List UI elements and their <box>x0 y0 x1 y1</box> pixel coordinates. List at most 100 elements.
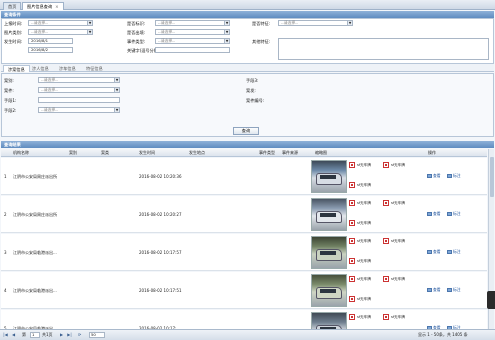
view-button[interactable]: 查看 <box>427 249 441 255</box>
view-button[interactable]: 查看 <box>427 211 441 217</box>
plate-icon <box>383 314 389 320</box>
prev-page-icon[interactable]: ◀ <box>11 332 16 338</box>
plate-icon <box>349 200 355 206</box>
mark-icon <box>447 173 452 178</box>
vehicle-thumbnail[interactable] <box>311 198 347 231</box>
query-section-header: 查询条件 <box>1 11 494 18</box>
tab-vehicle-info[interactable]: 涉车信息 <box>55 65 80 72</box>
case-number-label: 案件编号: <box>246 98 265 103</box>
other-feature-textarea[interactable] <box>278 38 489 60</box>
view-button[interactable]: 查看 <box>427 173 441 179</box>
row-number: 2 <box>4 212 7 217</box>
chevron-down-icon: ▼ <box>87 30 92 34</box>
last-page-icon[interactable]: ▶| <box>67 332 72 338</box>
results-section-header: 查询结果 <box>1 141 494 148</box>
report-time-select[interactable]: --请选择-- ▼ <box>28 20 93 26</box>
scrollbar-thumb[interactable] <box>490 157 494 197</box>
table-row[interactable]: 3 江阴市公安局临港派出... 2016-08-02 10:17:57 sf无车… <box>1 234 487 271</box>
occur-time-label: 发生时间: <box>4 39 23 44</box>
plate-label[interactable]: sf无车牌 <box>357 183 371 188</box>
table-row[interactable]: 1 江阴市公安局周庄派出所 2016-08-02 10:20:36 sf无车牌 … <box>1 158 487 195</box>
table-row[interactable]: 2 江阴市公安局周庄派出所 2016-08-02 10:20:27 sf无车牌 … <box>1 196 487 233</box>
plate-icon <box>349 314 355 320</box>
plate-icon <box>349 220 355 226</box>
tab-feature-info[interactable]: 特征信息 <box>82 65 107 72</box>
plate-label[interactable]: sf无车牌 <box>391 239 405 244</box>
keywords-input[interactable] <box>155 47 230 53</box>
case-class-select[interactable]: --请选择-- ▼ <box>38 87 120 93</box>
is-feature-label: 是否特征: <box>252 21 271 26</box>
out-of-border-select[interactable]: --请选择-- ▼ <box>155 29 230 35</box>
plate-label[interactable]: sf无车牌 <box>357 201 371 206</box>
col-event-type: 事件类型 <box>259 150 275 155</box>
image-category-select[interactable]: --请选择-- ▼ <box>28 29 93 35</box>
tab-image-query[interactable]: 图片信息查询 × <box>22 2 64 10</box>
occur-time-start-input[interactable]: 2016/8/1 <box>28 38 73 44</box>
is-feature-select[interactable]: --请选择-- ▼ <box>278 20 353 26</box>
view-button[interactable]: 查看 <box>427 287 441 293</box>
method1-label: 手段1: <box>4 98 17 103</box>
method1-input[interactable] <box>38 97 120 103</box>
case-type-select[interactable]: --请选择-- ▼ <box>38 77 120 83</box>
mark-icon <box>447 287 452 292</box>
event-type-select[interactable]: --请选择-- ▼ <box>155 38 230 44</box>
case-class-label: 案件: <box>4 88 14 93</box>
plate-label[interactable]: sf无车牌 <box>391 201 405 206</box>
marked-select[interactable]: --请选择-- ▼ <box>155 20 230 26</box>
col-case-type: 案别 <box>69 150 77 155</box>
query-button[interactable]: 查询 <box>233 127 259 135</box>
col-thumbnail: 缩略图 <box>315 150 327 155</box>
report-time-label: 上报时间: <box>4 21 23 26</box>
mark-button[interactable]: 标注 <box>447 211 461 217</box>
plate-label[interactable]: sf无车牌 <box>357 297 371 302</box>
next-page-icon[interactable]: ▶ <box>59 332 64 338</box>
plate-icon <box>383 276 389 282</box>
first-page-icon[interactable]: |◀ <box>3 332 8 338</box>
marked-label: 是否标识: <box>127 21 146 26</box>
vehicle-thumbnail[interactable] <box>311 236 347 269</box>
row-org: 江阴市公安局临港派出... <box>13 250 57 255</box>
tab-home[interactable]: 首页 <box>3 2 22 10</box>
tab-person-info[interactable]: 涉人信息 <box>28 65 53 72</box>
plate-label[interactable]: sf无车牌 <box>357 315 371 320</box>
tab-case-info[interactable]: 涉案信息 <box>3 65 30 72</box>
plate-icon <box>349 238 355 244</box>
page-input[interactable]: 1 <box>30 332 40 338</box>
col-case-class: 案类 <box>101 150 109 155</box>
plate-label[interactable]: sf无车牌 <box>391 277 405 282</box>
results-table-header: 机构名称 案别 案类 发生时间 发生地点 事件类型 事件来源 缩略图 操作 <box>1 149 487 157</box>
page-label-post: 共1页 <box>42 332 53 337</box>
case-type-label: 案别: <box>4 78 14 83</box>
mark-button[interactable]: 标注 <box>447 249 461 255</box>
refresh-icon[interactable]: ⟳ <box>77 332 82 338</box>
floating-side-button[interactable] <box>487 291 495 309</box>
vehicle-thumbnail[interactable] <box>311 274 347 307</box>
plate-icon <box>383 162 389 168</box>
out-of-border-label: 是否出境: <box>127 30 146 35</box>
close-icon[interactable]: × <box>55 4 59 9</box>
page-size-select[interactable]: 50 <box>89 332 105 338</box>
plate-label[interactable]: sf无车牌 <box>391 163 405 168</box>
vehicle-thumbnail[interactable] <box>311 160 347 193</box>
plate-icon <box>349 162 355 168</box>
plate-label[interactable]: sf无车牌 <box>391 315 405 320</box>
chevron-down-icon: ▼ <box>224 21 229 25</box>
table-row[interactable]: 4 江阴市公安局临港派出... 2016-08-02 10:17:51 sf无车… <box>1 272 487 309</box>
mark-button[interactable]: 标注 <box>447 173 461 179</box>
plate-icon <box>349 276 355 282</box>
plate-label[interactable]: sf无车牌 <box>357 239 371 244</box>
chevron-down-icon: ▼ <box>224 30 229 34</box>
plate-label[interactable]: sf无车牌 <box>357 277 371 282</box>
plate-label[interactable]: sf无车牌 <box>357 163 371 168</box>
view-icon <box>427 211 432 216</box>
mark-button[interactable]: 标注 <box>447 287 461 293</box>
plate-label[interactable]: sf无车牌 <box>357 221 371 226</box>
col-org: 机构名称 <box>13 150 29 155</box>
plate-label[interactable]: sf无车牌 <box>357 259 371 264</box>
pager-summary: 显示 1 - 50条，共 1405 条 <box>418 332 468 337</box>
method2-select[interactable]: --请选择-- ▼ <box>38 107 120 113</box>
plate-icon <box>349 296 355 302</box>
image-category-label: 图片类别: <box>4 30 23 35</box>
occur-time-end-input[interactable]: 2016/8/2 <box>28 47 73 53</box>
tab-home-label: 首页 <box>8 4 17 9</box>
